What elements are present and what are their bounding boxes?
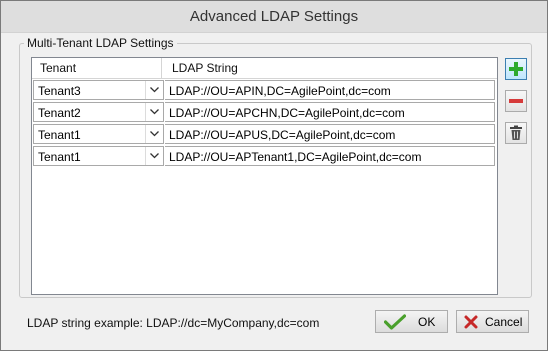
ok-button-label: OK (418, 315, 436, 329)
tenant-select[interactable]: Tenant2 (33, 102, 164, 122)
groupbox-label: Multi-Tenant LDAP Settings (24, 36, 177, 50)
remove-row-button[interactable] (505, 90, 527, 112)
column-header-ldap-string[interactable]: LDAP String (163, 58, 238, 78)
window-title: Advanced LDAP Settings (189, 8, 359, 25)
ldap-string-cell[interactable]: LDAP://OU=APTenant1,DC=AgilePoint,dc=com (165, 146, 495, 166)
tenant-select[interactable]: Tenant1 (33, 146, 164, 166)
table-row: Tenant3 LDAP://OU=APIN,DC=AgilePoint,dc=… (32, 79, 497, 101)
tenant-select-value: Tenant3 (38, 84, 81, 98)
tenant-select-value: Tenant1 (38, 128, 81, 142)
ldap-string-cell[interactable]: LDAP://OU=APUS,DC=AgilePoint,dc=com (165, 124, 495, 144)
ldap-string-cell[interactable]: LDAP://OU=APCHN,DC=AgilePoint,dc=com (165, 102, 495, 122)
checkmark-icon (384, 314, 406, 330)
chevron-down-icon[interactable] (145, 81, 163, 99)
column-header-tenant[interactable]: Tenant (32, 58, 162, 78)
chevron-down-icon[interactable] (145, 125, 163, 143)
chevron-down-icon[interactable] (145, 103, 163, 121)
title-bar[interactable]: Advanced LDAP Settings (1, 1, 547, 33)
ldap-example-text: LDAP string example: LDAP://dc=MyCompany… (27, 316, 320, 330)
plus-icon (509, 62, 523, 76)
ldap-string-cell[interactable]: LDAP://OU=APIN,DC=AgilePoint,dc=com (165, 80, 495, 100)
delete-button[interactable] (505, 122, 527, 144)
minus-icon (509, 99, 523, 103)
table-row: Tenant1 LDAP://OU=APUS,DC=AgilePoint,dc=… (32, 123, 497, 145)
ok-button[interactable]: OK (375, 310, 448, 333)
tenant-select-value: Tenant2 (38, 106, 81, 120)
trash-icon (510, 125, 522, 140)
chevron-down-icon[interactable] (145, 147, 163, 165)
grid-header: Tenant LDAP String (32, 58, 497, 79)
cancel-button-label: Cancel (485, 315, 523, 329)
table-row: Tenant1 LDAP://OU=APTenant1,DC=AgilePoin… (32, 145, 497, 167)
tenant-select[interactable]: Tenant1 (33, 124, 164, 144)
ldap-grid: Tenant LDAP String Tenant3 LDAP://OU=API… (31, 57, 498, 295)
tenant-select[interactable]: Tenant3 (33, 80, 164, 100)
add-row-button[interactable] (505, 58, 527, 80)
close-icon (464, 315, 478, 329)
tenant-select-value: Tenant1 (38, 150, 81, 164)
cancel-button[interactable]: Cancel (456, 310, 529, 333)
table-row: Tenant2 LDAP://OU=APCHN,DC=AgilePoint,dc… (32, 101, 497, 123)
